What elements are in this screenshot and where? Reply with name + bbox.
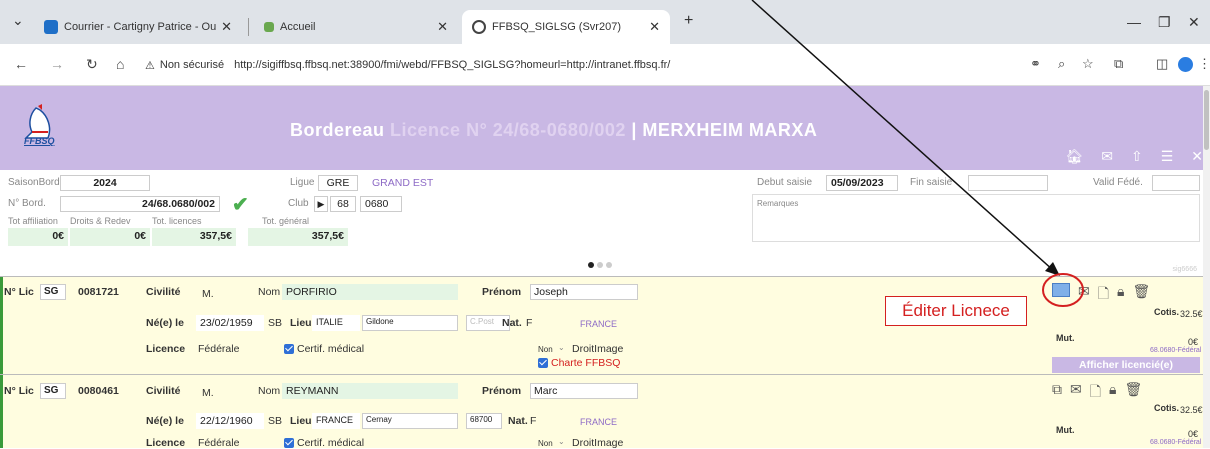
annotation-overlay — [751, 0, 1084, 307]
annotation-arrow-line — [751, 0, 1055, 272]
annotation-circle — [1042, 273, 1084, 307]
